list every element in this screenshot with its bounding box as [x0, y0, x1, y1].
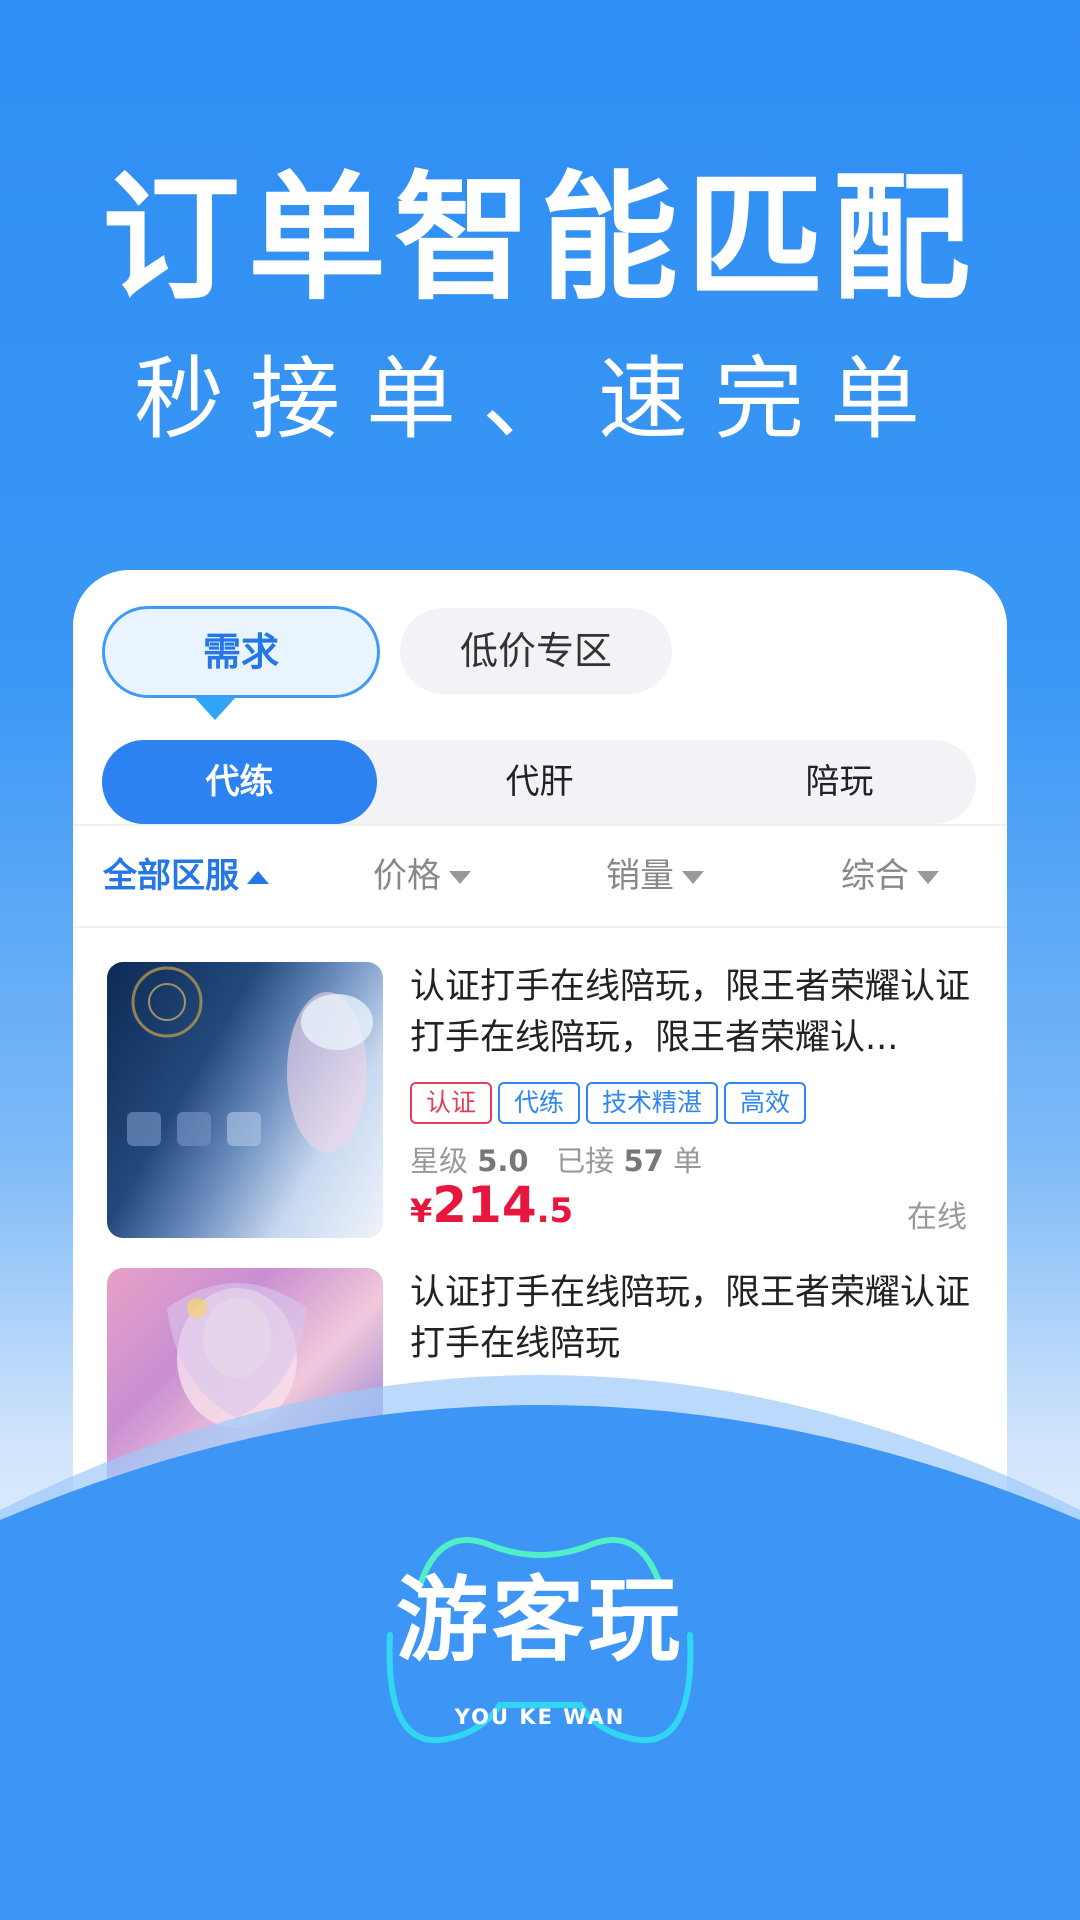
tag: 技术精湛	[586, 1082, 719, 1124]
star-value: 5.0	[477, 1144, 529, 1178]
filter-bar: 全部区服 价格 销量 综合	[73, 824, 1007, 928]
logo-name: 游客玩	[395, 1567, 684, 1674]
caret-down-icon	[449, 871, 471, 884]
top-tab-bar: 需求 低价专区	[102, 606, 982, 698]
list-item[interactable]: 认证打手在线陪玩，限王者荣耀认证打手在线陪玩，限王者荣耀认... 认证 代练 技术精…	[107, 962, 977, 1242]
tag: 高效	[724, 1082, 807, 1124]
tag: 代练	[498, 1082, 581, 1124]
taken-label: 已接	[556, 1144, 615, 1178]
segment-boosting[interactable]: 代练	[102, 740, 377, 824]
filter-label: 价格	[373, 856, 441, 896]
filter-label: 销量	[606, 856, 674, 896]
filter-price[interactable]: 价格	[373, 826, 471, 926]
listing-title: 认证打手在线陪玩，限王者荣耀认证打手在线陪玩，限王者荣耀认...	[410, 967, 971, 1058]
tag: 认证	[410, 1082, 493, 1124]
listing-tags: 认证 代练 技术精湛 高效	[410, 1082, 812, 1124]
category-segment: 代练 代肝 陪玩	[102, 740, 976, 824]
logo-name-en: YOU KE WAN	[454, 1705, 626, 1729]
star-label: 星级	[410, 1144, 469, 1178]
caret-up-icon	[247, 871, 269, 884]
price-decimal: .5	[536, 1191, 574, 1231]
tab-low-price[interactable]: 低价专区	[400, 608, 672, 694]
listing-price: ¥214.5	[410, 1176, 573, 1234]
listing-thumbnail	[107, 962, 383, 1238]
caret-down-icon	[682, 871, 704, 884]
price-currency: ¥	[410, 1192, 433, 1230]
tab-demand[interactable]: 需求	[102, 606, 380, 698]
price-integer: 214	[432, 1176, 537, 1234]
app-logo: 游客玩 YOU KE WAN	[380, 1525, 700, 1755]
filter-label: 全部区服	[103, 856, 239, 896]
listing-stats: 星级 5.0 已接 57 单	[410, 1138, 702, 1180]
filter-overall[interactable]: 综合	[841, 826, 939, 926]
filter-label: 综合	[841, 856, 909, 896]
hero-title: 订单智能匹配	[101, 158, 978, 319]
active-tab-pointer	[195, 698, 235, 720]
taken-value: 57	[623, 1144, 664, 1178]
segment-companion[interactable]: 陪玩	[702, 740, 977, 824]
hero-subtitle: 秒接单、速完单	[134, 347, 946, 452]
listing-title: 认证打手在线陪玩，限王者荣耀认证打手在线陪玩	[410, 1273, 971, 1364]
filter-sales[interactable]: 销量	[606, 826, 704, 926]
segment-grinding[interactable]: 代肝	[402, 740, 677, 824]
taken-unit: 单	[673, 1144, 703, 1178]
filter-all-servers[interactable]: 全部区服	[103, 826, 269, 926]
online-status: 在线	[907, 1200, 967, 1235]
caret-down-icon	[917, 871, 939, 884]
